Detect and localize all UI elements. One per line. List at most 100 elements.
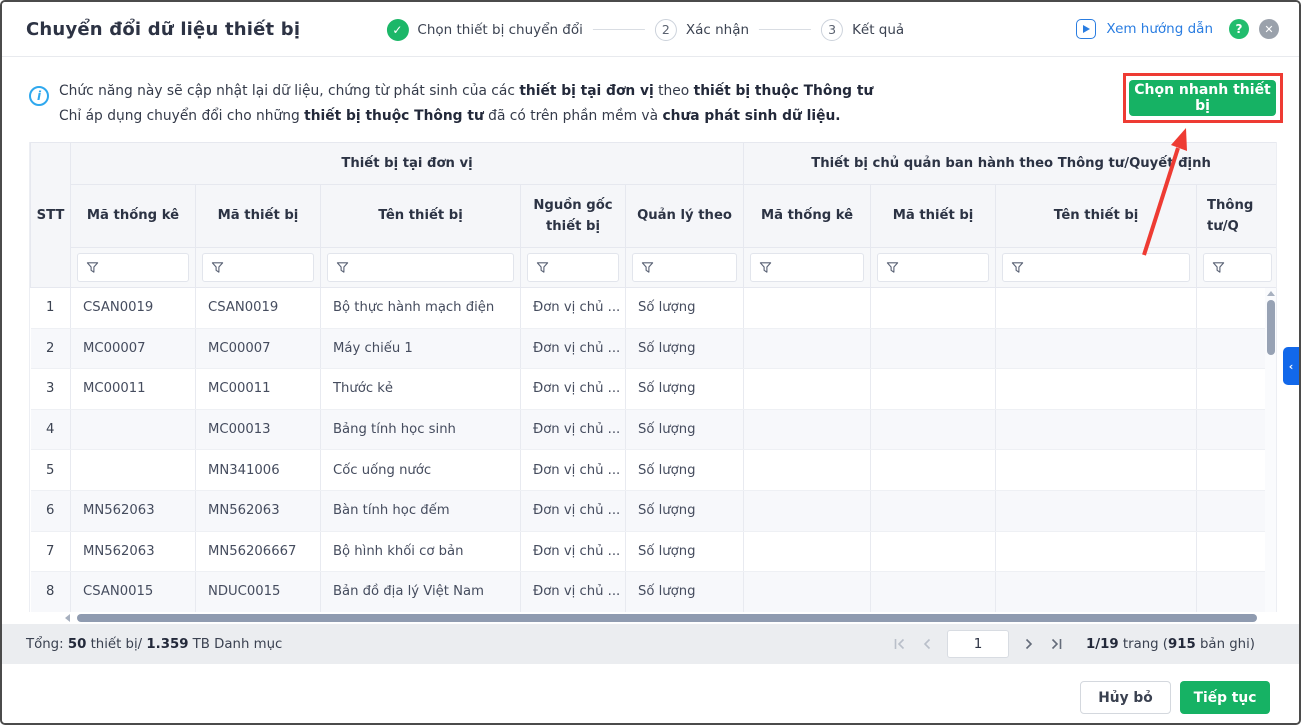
cancel-button[interactable]: Hủy bỏ <box>1080 681 1171 714</box>
cell: CSAN0019 <box>196 288 321 329</box>
horizontal-scrollbar[interactable] <box>29 613 1277 623</box>
cell: Đơn vị chủ ... <box>521 409 626 450</box>
column-filter-input[interactable] <box>527 253 619 282</box>
table-row[interactable]: 2MC00007MC00007Máy chiếu 1Đơn vị chủ ...… <box>31 328 1278 369</box>
column-header: Mã thống kê <box>744 185 871 248</box>
page-info: 1/19 trang (915 bản ghi) <box>1086 637 1255 652</box>
page-number-input[interactable] <box>947 630 1009 658</box>
cell: CSAN0019 <box>71 288 196 329</box>
cell: Số lượng <box>626 369 744 410</box>
table-row[interactable]: 6MN562063MN562063Bàn tính học đếmĐơn vị … <box>31 490 1278 531</box>
cell: Số lượng <box>626 450 744 491</box>
step-2-number: 2 <box>655 19 677 41</box>
help-icon[interactable]: ? <box>1229 19 1249 39</box>
cell <box>71 409 196 450</box>
prev-page-icon[interactable] <box>921 637 933 651</box>
continue-button[interactable]: Tiếp tục <box>1180 681 1270 714</box>
column-header: Thông tư/Q <box>1197 185 1277 248</box>
cell: MC00011 <box>71 369 196 410</box>
collapse-panel-tab[interactable]: ‹ <box>1283 347 1299 385</box>
cell: Số lượng <box>626 409 744 450</box>
group-header-circular-devices: Thiết bị chủ quản ban hành theo Thông tư… <box>744 143 1277 185</box>
table-row[interactable]: 8CSAN0015NDUC0015Bản đồ địa lý Việt NamĐ… <box>31 572 1278 612</box>
column-header: Nguồn gốc thiết bị <box>521 185 626 248</box>
conversion-dialog: Chuyển đổi dữ liệu thiết bị ✓ Chọn thiết… <box>0 0 1301 725</box>
cell-empty <box>996 450 1197 491</box>
filter-cell <box>996 248 1197 288</box>
cell: MN562063 <box>71 490 196 531</box>
column-filter-input[interactable] <box>77 253 189 282</box>
step-2: 2 Xác nhận <box>655 19 749 41</box>
view-guide-link[interactable]: Xem hướng dẫn <box>1106 21 1213 37</box>
cell-empty <box>871 490 996 531</box>
cell: MN56206667 <box>196 531 321 572</box>
cell: Bộ thực hành mạch điện <box>321 288 521 329</box>
table-row[interactable]: 4MC00013Bảng tính học sinhĐơn vị chủ ...… <box>31 409 1278 450</box>
cell: CSAN0015 <box>71 572 196 612</box>
table-row[interactable]: 5 MN341006Cốc uống nướcĐơn vị chủ ...Số l… <box>31 450 1278 491</box>
vertical-scrollbar-thumb[interactable] <box>1267 300 1275 355</box>
cell: MN341006 <box>196 450 321 491</box>
cell-empty <box>744 288 871 329</box>
pagination: 1/19 trang (915 bản ghi) <box>892 630 1255 658</box>
info-icon: i <box>29 86 49 106</box>
cell: Đơn vị chủ ... <box>521 450 626 491</box>
filter-row <box>31 248 1278 288</box>
video-play-icon[interactable] <box>1076 19 1096 39</box>
filter-funnel-icon <box>641 261 654 274</box>
last-page-icon[interactable] <box>1049 637 1064 651</box>
cell: Số lượng <box>626 490 744 531</box>
page-title: Chuyển đổi dữ liệu thiết bị <box>26 19 300 40</box>
column-filter-input[interactable] <box>750 253 864 282</box>
step-1-label: Chọn thiết bị chuyển đổi <box>417 22 582 38</box>
info-line-1: Chức năng này sẽ cập nhật lại dữ liệu, c… <box>59 79 1059 104</box>
cell: Cốc uống nước <box>321 450 521 491</box>
cell-empty <box>871 369 996 410</box>
filter-funnel-icon <box>211 261 224 274</box>
next-page-icon[interactable] <box>1023 637 1035 651</box>
column-filter-input[interactable] <box>202 253 314 282</box>
cell: Đơn vị chủ ... <box>521 490 626 531</box>
column-header-stt: STT <box>31 143 71 288</box>
cell-empty <box>744 450 871 491</box>
column-filter-input[interactable] <box>877 253 989 282</box>
quick-select-devices-button[interactable]: Chọn nhanh thiết bị <box>1129 80 1276 116</box>
cell-empty <box>744 328 871 369</box>
cell-empty <box>996 490 1197 531</box>
first-page-icon[interactable] <box>892 637 907 651</box>
table-row[interactable]: 1CSAN0019CSAN0019Bộ thực hành mạch điệnĐ… <box>31 288 1278 329</box>
cell-empty <box>996 328 1197 369</box>
title-bar: Chuyển đổi dữ liệu thiết bị ✓ Chọn thiết… <box>2 2 1299 57</box>
cell-empty <box>871 288 996 329</box>
cell-empty <box>744 572 871 612</box>
cell-empty <box>871 409 996 450</box>
step-done-check-icon: ✓ <box>386 19 408 41</box>
cell: Số lượng <box>626 328 744 369</box>
step-3-label: Kết quả <box>852 22 904 38</box>
vertical-scrollbar[interactable] <box>1265 288 1276 612</box>
cell: Đơn vị chủ ... <box>521 531 626 572</box>
table-row[interactable]: 7MN562063MN56206667Bộ hình khối cơ bảnĐơ… <box>31 531 1278 572</box>
horizontal-scrollbar-thumb[interactable] <box>77 614 1257 622</box>
column-filter-input[interactable] <box>327 253 514 282</box>
cell-stt: 4 <box>31 409 71 450</box>
cell-empty <box>744 490 871 531</box>
column-filter-input[interactable] <box>1203 253 1272 282</box>
scroll-up-arrow-icon[interactable] <box>1267 291 1275 296</box>
column-filter-input[interactable] <box>1002 253 1190 282</box>
cell-stt: 5 <box>31 450 71 491</box>
step-connector <box>759 29 811 30</box>
filter-cell <box>744 248 871 288</box>
filter-cell <box>71 248 196 288</box>
cell-empty <box>744 409 871 450</box>
step-2-label: Xác nhận <box>686 22 749 38</box>
scroll-left-arrow-icon[interactable] <box>65 614 70 622</box>
column-filter-input[interactable] <box>632 253 737 282</box>
step-indicator: ✓ Chọn thiết bị chuyển đổi 2 Xác nhận 3 … <box>386 2 904 57</box>
close-icon[interactable]: ✕ <box>1259 19 1279 39</box>
cell: MC00011 <box>196 369 321 410</box>
filter-funnel-icon <box>886 261 899 274</box>
column-header: Tên thiết bị <box>996 185 1197 248</box>
table-row[interactable]: 3MC00011MC00011Thước kẻĐơn vị chủ ...Số … <box>31 369 1278 410</box>
step-3: 3 Kết quả <box>821 19 904 41</box>
